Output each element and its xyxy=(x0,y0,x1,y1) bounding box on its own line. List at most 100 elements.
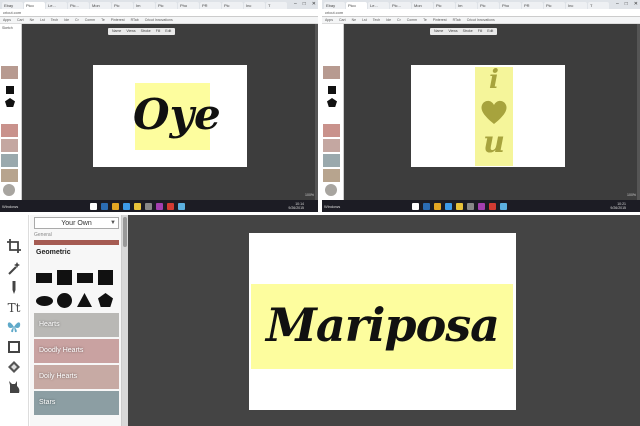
bookmark-item[interactable]: Lst xyxy=(40,17,45,23)
square-shape[interactable] xyxy=(6,86,14,94)
toolbar-item[interactable]: Name xyxy=(434,28,443,35)
store-icon[interactable] xyxy=(445,202,452,210)
square-shape[interactable] xyxy=(98,270,113,285)
app-icon[interactable] xyxy=(467,202,474,210)
pattern-swatch[interactable] xyxy=(1,154,18,167)
app-icon[interactable] xyxy=(145,202,152,210)
design-letter-u[interactable]: u xyxy=(475,125,513,161)
start-icon[interactable] xyxy=(412,202,419,210)
app-icon[interactable] xyxy=(156,202,163,210)
bookmark-item[interactable]: Ne xyxy=(30,17,34,23)
pattern-swatch[interactable] xyxy=(1,124,18,137)
bookmark-item[interactable]: Cricut Innovations xyxy=(145,17,173,23)
pattern-swatch[interactable] xyxy=(323,139,340,152)
pattern-icon[interactable] xyxy=(7,360,21,374)
pattern-swatch[interactable] xyxy=(323,66,340,79)
bookmark-item[interactable]: Pinterest xyxy=(111,17,125,23)
bookmark-item[interactable]: Cr xyxy=(75,17,79,23)
browser-tab[interactable]: Pic xyxy=(156,2,177,9)
bookmark-item[interactable]: Ide xyxy=(64,17,69,23)
design-canvas[interactable]: Oye xyxy=(93,65,247,167)
toolbar-item[interactable]: Name xyxy=(112,28,121,35)
design-text-oye[interactable]: Oye xyxy=(133,85,221,145)
pattern-swatch[interactable] xyxy=(323,124,340,137)
bookmark-item[interactable]: Ide xyxy=(386,17,391,23)
scrollbar[interactable] xyxy=(315,24,318,200)
bookmark-item[interactable]: Cr xyxy=(397,17,401,23)
browser-tab[interactable]: Inc xyxy=(244,2,265,9)
pattern-swatch[interactable] xyxy=(1,66,18,79)
store-icon[interactable] xyxy=(123,202,130,210)
design-letter-i[interactable]: i xyxy=(475,65,513,95)
bookmark-item[interactable]: Cart xyxy=(17,17,24,23)
bookmark-item[interactable]: Cart xyxy=(339,17,346,23)
bookmark-item[interactable]: Cricut Innovations xyxy=(467,17,495,23)
app-icon[interactable] xyxy=(500,202,507,210)
toolbar-item[interactable]: Edit xyxy=(165,28,171,35)
text-icon[interactable]: Tt xyxy=(7,301,21,315)
pattern-swatch[interactable] xyxy=(323,169,340,182)
pen-icon[interactable] xyxy=(7,281,21,295)
design-text-mariposa[interactable]: Mariposa xyxy=(249,293,516,357)
close-icon[interactable]: ✕ xyxy=(634,1,638,7)
bookmark-item[interactable]: Pinterest xyxy=(433,17,447,23)
bookmark-item[interactable]: Apps xyxy=(325,17,333,23)
scrollbar-thumb[interactable] xyxy=(123,217,127,247)
browser-tab[interactable]: Inc xyxy=(566,2,587,9)
toolbar-item[interactable]: Views xyxy=(126,28,135,35)
start-icon[interactable] xyxy=(90,202,97,210)
browser-tab[interactable]: Le... xyxy=(46,2,67,9)
minimize-icon[interactable]: – xyxy=(294,1,297,7)
bookmark-item[interactable]: Ne xyxy=(352,17,356,23)
bookmark-item[interactable]: RTab xyxy=(453,17,461,23)
toolbar-item[interactable]: Stroke xyxy=(141,28,151,35)
pattern-swatch[interactable] xyxy=(323,154,340,167)
app-icon[interactable] xyxy=(478,202,485,210)
browser-tab[interactable]: Pho xyxy=(500,2,521,9)
butterfly-icon[interactable] xyxy=(7,320,21,334)
app-icon[interactable] xyxy=(489,202,496,210)
browser-tab[interactable]: Le... xyxy=(368,2,389,9)
category-stars[interactable]: Stars xyxy=(34,391,119,415)
category-doodly-hearts[interactable]: Doodly Hearts xyxy=(34,339,119,363)
bookmark-item[interactable]: Tech xyxy=(373,17,380,23)
chrome-icon[interactable] xyxy=(456,202,463,210)
browser-tab[interactable]: T xyxy=(266,2,287,9)
cat-icon[interactable] xyxy=(7,380,21,394)
category-dropdown[interactable]: Your Own ▼ xyxy=(34,217,119,229)
folder-icon[interactable] xyxy=(112,202,119,210)
circle-shape[interactable] xyxy=(57,293,72,308)
category-doily-hearts[interactable]: Doily Hearts xyxy=(34,365,119,389)
chrome-icon[interactable] xyxy=(134,202,141,210)
app-icon[interactable] xyxy=(167,202,174,210)
browser-tab[interactable]: PR xyxy=(522,2,543,9)
browser-tab[interactable]: Im xyxy=(456,2,477,9)
browser-tab[interactable]: Mon xyxy=(90,2,111,9)
browser-tab[interactable]: Pic xyxy=(544,2,565,9)
browser-tab[interactable]: Im xyxy=(134,2,155,9)
frame-icon[interactable] xyxy=(7,340,21,354)
category-hearts[interactable]: Hearts xyxy=(34,313,119,337)
bookmark-item[interactable]: Apps xyxy=(3,17,11,23)
pentagon-shape[interactable] xyxy=(327,98,337,107)
browser-tab[interactable]: Pho xyxy=(178,2,199,9)
oval-shape[interactable] xyxy=(36,296,53,306)
close-icon[interactable]: ✕ xyxy=(312,1,316,7)
toolbar-item[interactable]: Views xyxy=(448,28,457,35)
browser-tab[interactable]: Pic xyxy=(112,2,133,9)
browser-tab[interactable]: T xyxy=(588,2,609,9)
pattern-swatch[interactable] xyxy=(325,184,337,196)
bookmark-item[interactable]: Comm xyxy=(85,17,95,23)
edge-icon[interactable] xyxy=(423,202,430,210)
toolbar-item[interactable]: Edit xyxy=(487,28,493,35)
pattern-swatch[interactable] xyxy=(1,169,18,182)
pattern-swatch[interactable] xyxy=(1,139,18,152)
address-bar[interactable]: cricut.com xyxy=(0,9,318,17)
pentagon-shape[interactable] xyxy=(5,98,15,107)
address-bar[interactable]: cricut.com xyxy=(322,9,640,17)
pattern-swatch[interactable] xyxy=(3,184,15,196)
browser-tab[interactable]: Ebay xyxy=(324,2,345,9)
minimize-icon[interactable]: – xyxy=(616,1,619,7)
pentagon-shape[interactable] xyxy=(98,293,113,307)
browser-tab[interactable]: Ebay xyxy=(2,2,23,9)
